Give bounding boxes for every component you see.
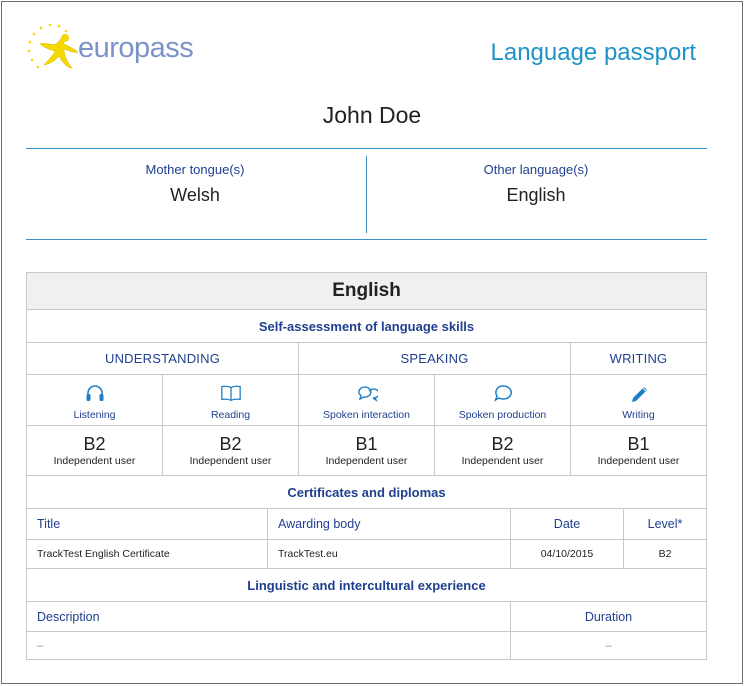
grade-description: Independent user bbox=[597, 455, 680, 467]
cert-header-date: Date bbox=[511, 509, 624, 540]
grade-spoken-interaction: B1 Independent user bbox=[299, 426, 435, 476]
mother-tongue-block: Mother tongue(s) Welsh bbox=[25, 162, 365, 206]
cert-cell-date: 04/10/2015 bbox=[511, 540, 624, 569]
language-assessment-table: English Self-assessment of language skil… bbox=[26, 272, 707, 660]
grade-description: Independent user bbox=[461, 455, 544, 467]
skill-label: Reading bbox=[210, 409, 251, 421]
mother-tongue-label: Mother tongue(s) bbox=[145, 162, 245, 177]
europass-star-figure-icon bbox=[27, 23, 79, 69]
cert-header-title: Title bbox=[27, 509, 268, 540]
grade-reading: B2 Independent user bbox=[163, 426, 299, 476]
exp-cell-description: – bbox=[27, 632, 511, 659]
skill-label: Listening bbox=[73, 409, 116, 421]
grade-writing: B1 Independent user bbox=[571, 426, 706, 476]
speech-bubble-icon bbox=[492, 382, 514, 404]
divider-top bbox=[26, 148, 707, 149]
skill-label: Writing bbox=[622, 409, 655, 421]
grade-level: B2 bbox=[83, 434, 106, 454]
grade-level: B2 bbox=[491, 434, 514, 454]
skill-spoken-production: Spoken production bbox=[435, 375, 571, 426]
cert-header-awarding-body: Awarding body bbox=[268, 509, 511, 540]
pencil-icon bbox=[628, 382, 650, 404]
skill-label: Spoken production bbox=[458, 409, 547, 421]
category-understanding: UNDERSTANDING bbox=[27, 343, 299, 375]
skill-listening: Listening bbox=[27, 375, 163, 426]
language-heading: English bbox=[27, 273, 706, 310]
other-language-label: Other language(s) bbox=[483, 162, 589, 177]
cert-cell-awarding-body: TrackTest.eu bbox=[268, 540, 511, 569]
logo-wordmark: europass bbox=[78, 32, 194, 64]
grade-description: Independent user bbox=[189, 455, 272, 467]
cert-cell-level: B2 bbox=[624, 540, 706, 569]
skill-spoken-interaction: Spoken interaction bbox=[299, 375, 435, 426]
europass-logo: europass bbox=[26, 22, 206, 76]
exp-header-duration: Duration bbox=[511, 602, 706, 632]
grade-spoken-production: B2 Independent user bbox=[435, 426, 571, 476]
other-language-block: Other language(s) English bbox=[366, 162, 706, 206]
book-icon bbox=[220, 382, 242, 404]
exp-cell-duration: – bbox=[605, 639, 612, 652]
mother-tongue-value: Welsh bbox=[170, 185, 220, 205]
person-name: John Doe bbox=[322, 102, 422, 128]
category-speaking: SPEAKING bbox=[299, 343, 571, 375]
grade-level: B1 bbox=[355, 434, 378, 454]
grade-description: Independent user bbox=[53, 455, 136, 467]
headphones-icon bbox=[84, 382, 106, 404]
skill-label: Spoken interaction bbox=[323, 409, 410, 421]
skill-reading: Reading bbox=[163, 375, 299, 426]
experience-title: Linguistic and intercultural experience bbox=[27, 569, 706, 602]
grade-listening: B2 Independent user bbox=[27, 426, 163, 476]
exp-header-description: Description bbox=[27, 602, 511, 632]
self-assessment-title: Self-assessment of language skills bbox=[27, 310, 706, 343]
category-writing: WRITING bbox=[571, 343, 706, 375]
cert-cell-title: TrackTest English Certificate bbox=[27, 540, 268, 569]
other-language-value: English bbox=[506, 185, 566, 205]
document-page: europass Language passport John Doe Moth… bbox=[1, 1, 743, 684]
grade-level: B1 bbox=[627, 434, 650, 454]
grade-level: B2 bbox=[219, 434, 242, 454]
grade-description: Independent user bbox=[325, 455, 408, 467]
cert-header-level: Level* bbox=[624, 509, 706, 540]
skill-writing: Writing bbox=[571, 375, 706, 426]
certificates-title: Certificates and diplomas bbox=[27, 476, 706, 509]
document-title: Language passport bbox=[490, 39, 697, 66]
chat-bubbles-icon bbox=[356, 382, 378, 404]
divider-bottom bbox=[26, 239, 707, 240]
